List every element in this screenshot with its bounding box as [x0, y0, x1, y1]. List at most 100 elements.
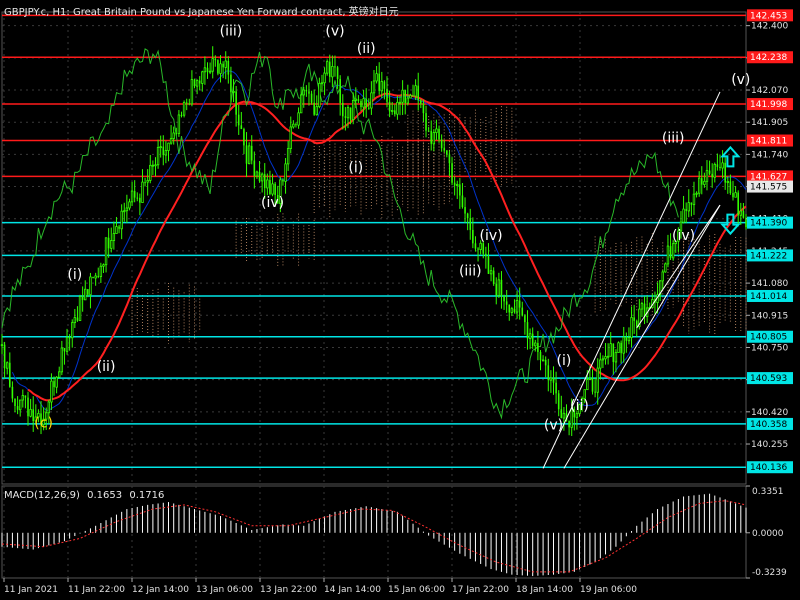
x-tick-label: 14 Jan 14:00	[324, 585, 381, 595]
candle-body-bear	[719, 166, 721, 169]
candle-body-bull	[606, 355, 610, 358]
candle-body-bear	[477, 248, 479, 250]
candle-body-bull	[666, 245, 670, 265]
candle-body-bear	[258, 171, 261, 181]
candle-body-bull	[549, 377, 553, 381]
candle-body-bear	[521, 307, 524, 316]
candle-body-bull	[721, 162, 724, 169]
candle-body-bull	[172, 132, 175, 139]
candle-body-bull	[211, 58, 214, 72]
candle-body-bull	[201, 71, 204, 84]
x-tick-label: 12 Jan 14:00	[132, 585, 189, 595]
candle-body-bear	[742, 211, 745, 218]
candle-body-bear	[282, 179, 284, 182]
candle-body-bear	[690, 202, 693, 205]
current-price-label: 141.575	[750, 183, 787, 193]
candle-body-bull	[604, 356, 607, 360]
candle-body-bull	[89, 276, 92, 296]
candle-body-bear	[349, 107, 352, 120]
forex-chart[interactable]: (c) (i) (ii) (iii) (iv) (v) (ii) (i) (iv) (iii) (v…	[0, 0, 800, 600]
candle-body-bear	[269, 179, 271, 195]
x-tick-label: 17 Jan 22:00	[452, 585, 509, 595]
candle-body-bear	[240, 125, 243, 130]
candle-body-bull	[325, 61, 329, 74]
candle-body-bull	[726, 181, 729, 183]
candle-body-bull	[71, 322, 74, 339]
candle-body-bull	[479, 242, 482, 250]
y-tick-label: 140.750	[751, 343, 788, 353]
wave-label: (ii)	[570, 398, 589, 414]
level-tag-label: 142.453	[750, 11, 787, 21]
candle-body-bear	[341, 102, 344, 117]
candle-body-bull	[302, 89, 305, 96]
candle-body-bear	[339, 78, 341, 103]
candle-body-bear	[438, 128, 440, 140]
candle-body-bear	[139, 197, 141, 203]
candle-body-bear	[461, 195, 464, 208]
candle-body-bear	[446, 150, 448, 155]
candle-body-bear	[14, 398, 16, 407]
candle-body-bull	[739, 210, 742, 216]
candle-body-bear	[412, 95, 414, 97]
candle-body-bear	[16, 406, 19, 410]
candle-body-bull	[195, 80, 199, 87]
candle-body-bull	[599, 359, 602, 369]
candle-body-bear	[568, 420, 570, 428]
candle-body-bull	[346, 107, 350, 119]
candle-body-bull	[617, 342, 620, 353]
candle-body-bull	[528, 333, 532, 339]
candle-body-bear	[729, 181, 732, 194]
candle-body-bear	[711, 173, 713, 178]
candle-body-bull	[224, 60, 227, 68]
candle-body-bull	[102, 264, 105, 267]
x-tick-label: 11 Jan 2021	[4, 585, 58, 595]
candle-body-bear	[162, 146, 165, 156]
candle-body-bull	[123, 210, 126, 213]
candle-body-bull	[151, 164, 155, 167]
candle-body-bull	[19, 399, 22, 411]
candle-body-bear	[357, 99, 360, 101]
candle-body-bull	[380, 81, 384, 92]
x-tick-label: 18 Jan 14:00	[516, 585, 573, 595]
candle-body-bear	[518, 300, 521, 308]
y-tick-label: 141.740	[751, 150, 788, 160]
candle-body-bear	[469, 218, 472, 230]
y-tick-label: 140.915	[751, 311, 788, 321]
candle-body-bull	[697, 177, 701, 194]
candle-body-bull	[734, 192, 737, 198]
candle-body-bear	[531, 333, 534, 346]
candle-body-bull	[687, 202, 690, 212]
candle-body-bull	[510, 308, 514, 313]
candle-body-bull	[177, 114, 181, 134]
candle-body-bull	[391, 110, 394, 112]
candle-body-bear	[136, 197, 139, 199]
candle-body-bull	[372, 80, 376, 94]
candle-body-bull	[149, 164, 152, 181]
y-tick-label: 142.070	[751, 86, 788, 96]
candle-body-bull	[541, 359, 545, 362]
level-tag-label: 140.358	[750, 420, 787, 430]
candle-body-bull	[609, 343, 612, 357]
candle-body-bear	[107, 237, 110, 249]
candle-body-bear	[87, 289, 89, 295]
candle-body-bull	[247, 145, 251, 165]
candle-body-bull	[84, 288, 87, 301]
candle-body-bull	[156, 146, 160, 166]
candle-body-bull	[627, 337, 631, 342]
macd-title: MACD(12,26,9) 0.1653 0.1716	[4, 490, 164, 501]
candle-body-bear	[336, 67, 339, 79]
y-tick-label: 141.905	[751, 118, 788, 128]
candle-body-bull	[331, 65, 334, 78]
candle-body-bear	[360, 100, 362, 108]
candle-body-bear	[313, 102, 315, 115]
wave-label: (iii)	[459, 263, 482, 279]
candle-body-bear	[700, 178, 703, 185]
candle-body-bull	[661, 271, 664, 282]
candle-body-bear	[245, 145, 248, 164]
candle-body-bull	[219, 63, 222, 74]
candle-body-bear	[237, 114, 240, 126]
candle-body-bear	[643, 303, 646, 317]
candle-body-bull	[586, 379, 589, 391]
candle-body-bull	[297, 112, 300, 126]
candle-body-bear	[635, 320, 638, 327]
